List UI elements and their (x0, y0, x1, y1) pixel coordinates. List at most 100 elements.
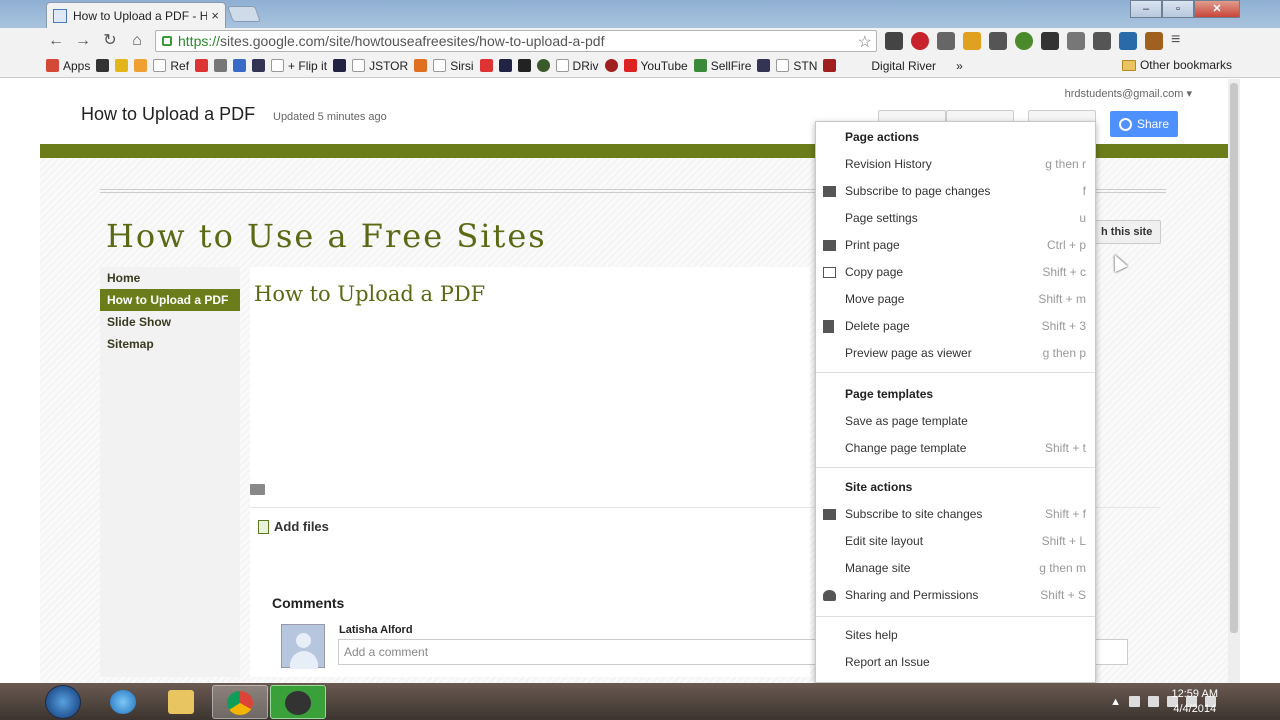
nav-item-how-to-upload-a-pdf[interactable]: How to Upload a PDF (100, 289, 240, 311)
minimize-button[interactable]: – (1130, 0, 1162, 18)
k-extension-icon[interactable] (1119, 32, 1137, 50)
bookmark-driv[interactable]: DRiv (555, 59, 599, 73)
extension-icon[interactable] (1015, 32, 1033, 50)
copy-icon (823, 266, 836, 278)
extension-icon[interactable] (963, 32, 981, 50)
bookmark-imdb[interactable] (115, 59, 129, 72)
bookmark-sirsi[interactable]: Sirsi (433, 59, 474, 73)
account-menu[interactable]: hrdstudents@gmail.com ▾ (1065, 87, 1192, 100)
bookmark-youtube[interactable]: YouTube (623, 59, 688, 73)
pinterest-icon[interactable] (911, 32, 929, 50)
menu-item-copy-page[interactable]: Copy page Shift + c (816, 262, 1095, 282)
bookmark-digital-river[interactable]: Digital River (823, 59, 936, 73)
taskbar-file-explorer[interactable] (154, 685, 210, 719)
nav-item-slide-show[interactable]: Slide Show (100, 311, 240, 333)
shield-icon (823, 59, 837, 72)
bookmark-apps[interactable]: Apps (46, 59, 90, 73)
bookmark-sellfire[interactable]: SellFire (693, 59, 751, 73)
menu-item-change-template[interactable]: Change page template Shift + t (816, 438, 1095, 458)
bookmark-generic[interactable] (536, 59, 550, 72)
bookmark-generic[interactable] (252, 59, 266, 72)
bookmarks-overflow-chevron[interactable]: » (956, 59, 963, 73)
share-button[interactable]: Share (1110, 111, 1178, 137)
bookmark-generic[interactable] (498, 59, 512, 72)
layers-icon[interactable] (1041, 32, 1059, 50)
bookmark-generic[interactable] (333, 59, 347, 72)
folder-icon (168, 690, 194, 714)
new-tab-button[interactable] (227, 6, 261, 22)
bookmark-amazon[interactable] (517, 59, 531, 72)
menu-item-sharing-permissions[interactable]: Sharing and Permissions Shift + S (816, 585, 1095, 605)
flag-icon[interactable] (1129, 696, 1140, 707)
bookmark-generic[interactable] (604, 59, 618, 72)
bookmark-generic[interactable] (214, 59, 228, 72)
bookmark-generic[interactable] (233, 59, 247, 72)
page-icon (776, 59, 790, 72)
menu-item-save-as-template[interactable]: Save as page template (816, 411, 1095, 431)
browser-tab[interactable]: How to Upload a PDF - Hc × (46, 2, 226, 28)
menu-item-revision-history[interactable]: Revision History g then r (816, 154, 1095, 174)
menu-item-sites-help[interactable]: Sites help (816, 625, 1095, 645)
bookmark-star-icon[interactable]: ☆ (858, 32, 872, 52)
scrollbar-thumb[interactable] (1230, 83, 1238, 633)
k-extension-icon[interactable] (1145, 32, 1163, 50)
show-hidden-icons-icon[interactable]: ▲ (1110, 696, 1121, 708)
menu-item-subscribe-site[interactable]: Subscribe to site changes Shift + f (816, 504, 1095, 524)
taskbar-recorder[interactable] (270, 685, 326, 719)
search-site-button[interactable]: h this site (1092, 220, 1162, 244)
tab-close-icon[interactable]: × (211, 8, 219, 23)
bookmark-flip-it[interactable]: + Flip it (271, 59, 327, 73)
bookmark-apple[interactable] (96, 59, 110, 72)
comments-heading: Comments (272, 595, 345, 611)
other-bookmarks[interactable]: Other bookmarks (1121, 58, 1232, 72)
bookmark-jstor[interactable]: JSTOR (352, 59, 408, 73)
menu-divider (816, 616, 1095, 617)
bookmark-generic[interactable] (195, 59, 209, 72)
menu-section-title: Page actions (845, 130, 920, 144)
extension-icon[interactable] (885, 32, 903, 50)
menu-item-manage-site[interactable]: Manage site g then m (816, 558, 1095, 578)
menu-item-move-page[interactable]: Move page Shift + m (816, 289, 1095, 309)
menu-section-title: Page templates (845, 387, 934, 401)
menu-item-report-issue[interactable]: Report an Issue (816, 652, 1095, 672)
bookmark-generic[interactable] (134, 59, 148, 72)
pocket-icon[interactable] (989, 32, 1007, 50)
extension-icon[interactable] (937, 32, 955, 50)
address-bar[interactable]: https://sites.google.com/site/howtouseaf… (155, 30, 877, 52)
menu-item-edit-site-layout[interactable]: Edit site layout Shift + L (816, 531, 1095, 551)
menu-item-subscribe-page[interactable]: Subscribe to page changes f (816, 181, 1095, 201)
nav-item-sitemap[interactable]: Sitemap (100, 333, 240, 355)
reload-icon[interactable]: ↻ (100, 31, 120, 51)
bookmark-icon (233, 59, 247, 72)
nav-item-home[interactable]: Home (100, 267, 240, 289)
close-window-button[interactable]: ✕ (1194, 0, 1240, 18)
mail-icon (823, 185, 836, 197)
menu-icon[interactable]: ≡ (1171, 32, 1189, 50)
taskbar-internet-explorer[interactable] (96, 685, 152, 719)
taskbar-clock[interactable]: 12:59 AM 4/4/2014 (1172, 687, 1218, 717)
site-title[interactable]: How to Use a Free Sites (106, 217, 547, 255)
menu-item-delete-page[interactable]: Delete page Shift + 3 (816, 316, 1095, 336)
bookmark-icon (195, 59, 209, 72)
taskbar-chrome[interactable] (212, 685, 268, 719)
back-arrow-icon[interactable]: ← (46, 31, 66, 51)
menu-item-preview-as-viewer[interactable]: Preview page as viewer g then p (816, 343, 1095, 363)
menu-item-page-settings[interactable]: Page settings u (816, 208, 1095, 228)
bookmark-icon (536, 59, 550, 72)
cast-icon[interactable] (1093, 32, 1111, 50)
bookmark-generic[interactable] (414, 59, 428, 72)
sellfire-icon (693, 59, 707, 72)
start-button[interactable] (45, 685, 81, 719)
add-files-link[interactable]: Add files (258, 519, 329, 534)
bookmark-stn[interactable]: STN (776, 59, 817, 73)
bookmark-pocket[interactable] (479, 59, 493, 72)
home-icon[interactable]: ⌂ (127, 31, 147, 51)
network-icon[interactable] (1148, 696, 1159, 707)
bookmark-generic[interactable] (757, 59, 771, 72)
bookmark-ref[interactable]: Ref (153, 59, 189, 73)
forward-arrow-icon[interactable]: → (73, 31, 93, 51)
page-scrollbar[interactable] (1228, 79, 1240, 683)
menu-item-print-page[interactable]: Print page Ctrl + p (816, 235, 1095, 255)
eyedropper-icon[interactable] (1067, 32, 1085, 50)
maximize-button[interactable]: ▫ (1162, 0, 1194, 18)
